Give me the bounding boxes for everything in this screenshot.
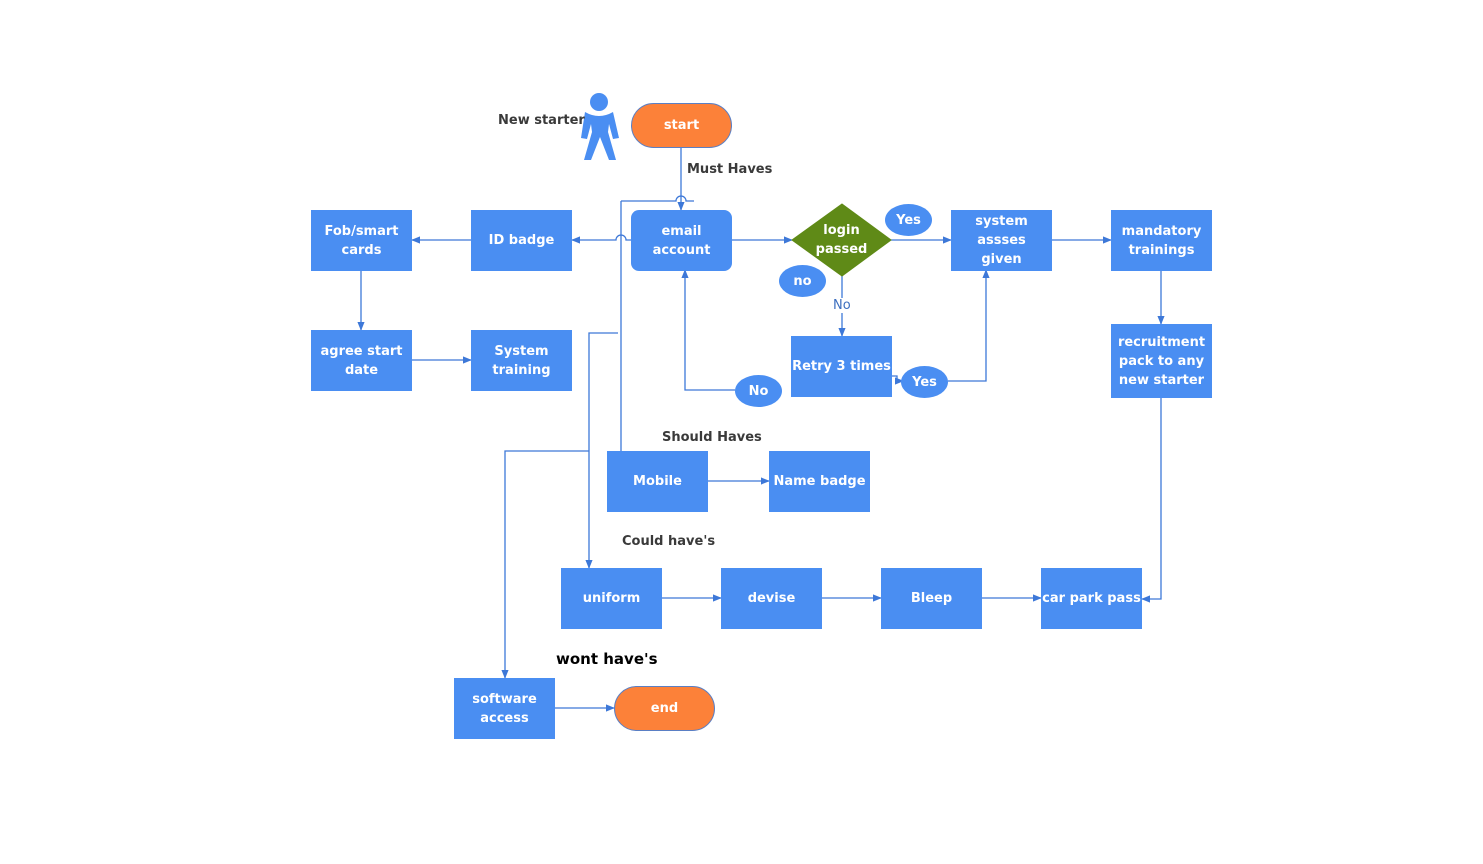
person-icon bbox=[581, 93, 619, 160]
name-badge-node[interactable]: Name badge bbox=[769, 451, 870, 512]
yes-oval-retry[interactable]: Yes bbox=[901, 366, 948, 398]
edge-email-to-idbadge bbox=[571, 234, 631, 244]
mobile-node[interactable]: Mobile bbox=[607, 451, 708, 512]
agree-start-date-node[interactable]: agree start date bbox=[311, 330, 412, 391]
section-wont-haves: wont have's bbox=[556, 650, 658, 668]
edge-recruitment-to-carpark bbox=[1141, 398, 1162, 603]
uniform-node[interactable]: uniform bbox=[561, 568, 662, 629]
email-account-node[interactable]: email account bbox=[631, 210, 732, 271]
edge-jump-top bbox=[621, 195, 694, 202]
start-node[interactable]: start bbox=[631, 103, 732, 148]
software-access-node[interactable]: software access bbox=[454, 678, 555, 739]
devise-node[interactable]: devise bbox=[721, 568, 822, 629]
yes-oval-login[interactable]: Yes bbox=[885, 204, 932, 236]
no-oval-retry[interactable]: No bbox=[735, 375, 782, 407]
section-could-haves: Could have's bbox=[622, 534, 716, 549]
edge-no-to-email bbox=[681, 269, 735, 391]
system-access-node[interactable]: system assses given bbox=[951, 210, 1052, 271]
actor-label: New starter bbox=[498, 113, 585, 128]
system-training-node[interactable]: System training bbox=[471, 330, 572, 391]
section-must-haves: Must Haves bbox=[687, 162, 773, 177]
fob-smart-cards-node[interactable]: Fob/smart cards bbox=[311, 210, 412, 271]
id-badge-node[interactable]: ID badge bbox=[471, 210, 572, 271]
section-should-haves: Should Haves bbox=[662, 430, 762, 445]
edge-label-no: No bbox=[832, 298, 852, 313]
edge-trunk-to-software bbox=[501, 450, 589, 679]
no-oval-login[interactable]: no bbox=[779, 265, 826, 297]
recruitment-pack-node[interactable]: recruitment pack to any new starter bbox=[1111, 324, 1212, 398]
edge-trunk-to-mobile bbox=[619, 201, 629, 485]
mandatory-trainings-node[interactable]: mandatory trainings bbox=[1111, 210, 1212, 271]
end-node[interactable]: end bbox=[614, 686, 715, 731]
retry-node[interactable]: Retry 3 times bbox=[791, 336, 892, 397]
car-park-pass-node[interactable]: car park pass bbox=[1041, 568, 1142, 629]
edge-yes-to-access bbox=[948, 269, 990, 382]
bleep-node[interactable]: Bleep bbox=[881, 568, 982, 629]
